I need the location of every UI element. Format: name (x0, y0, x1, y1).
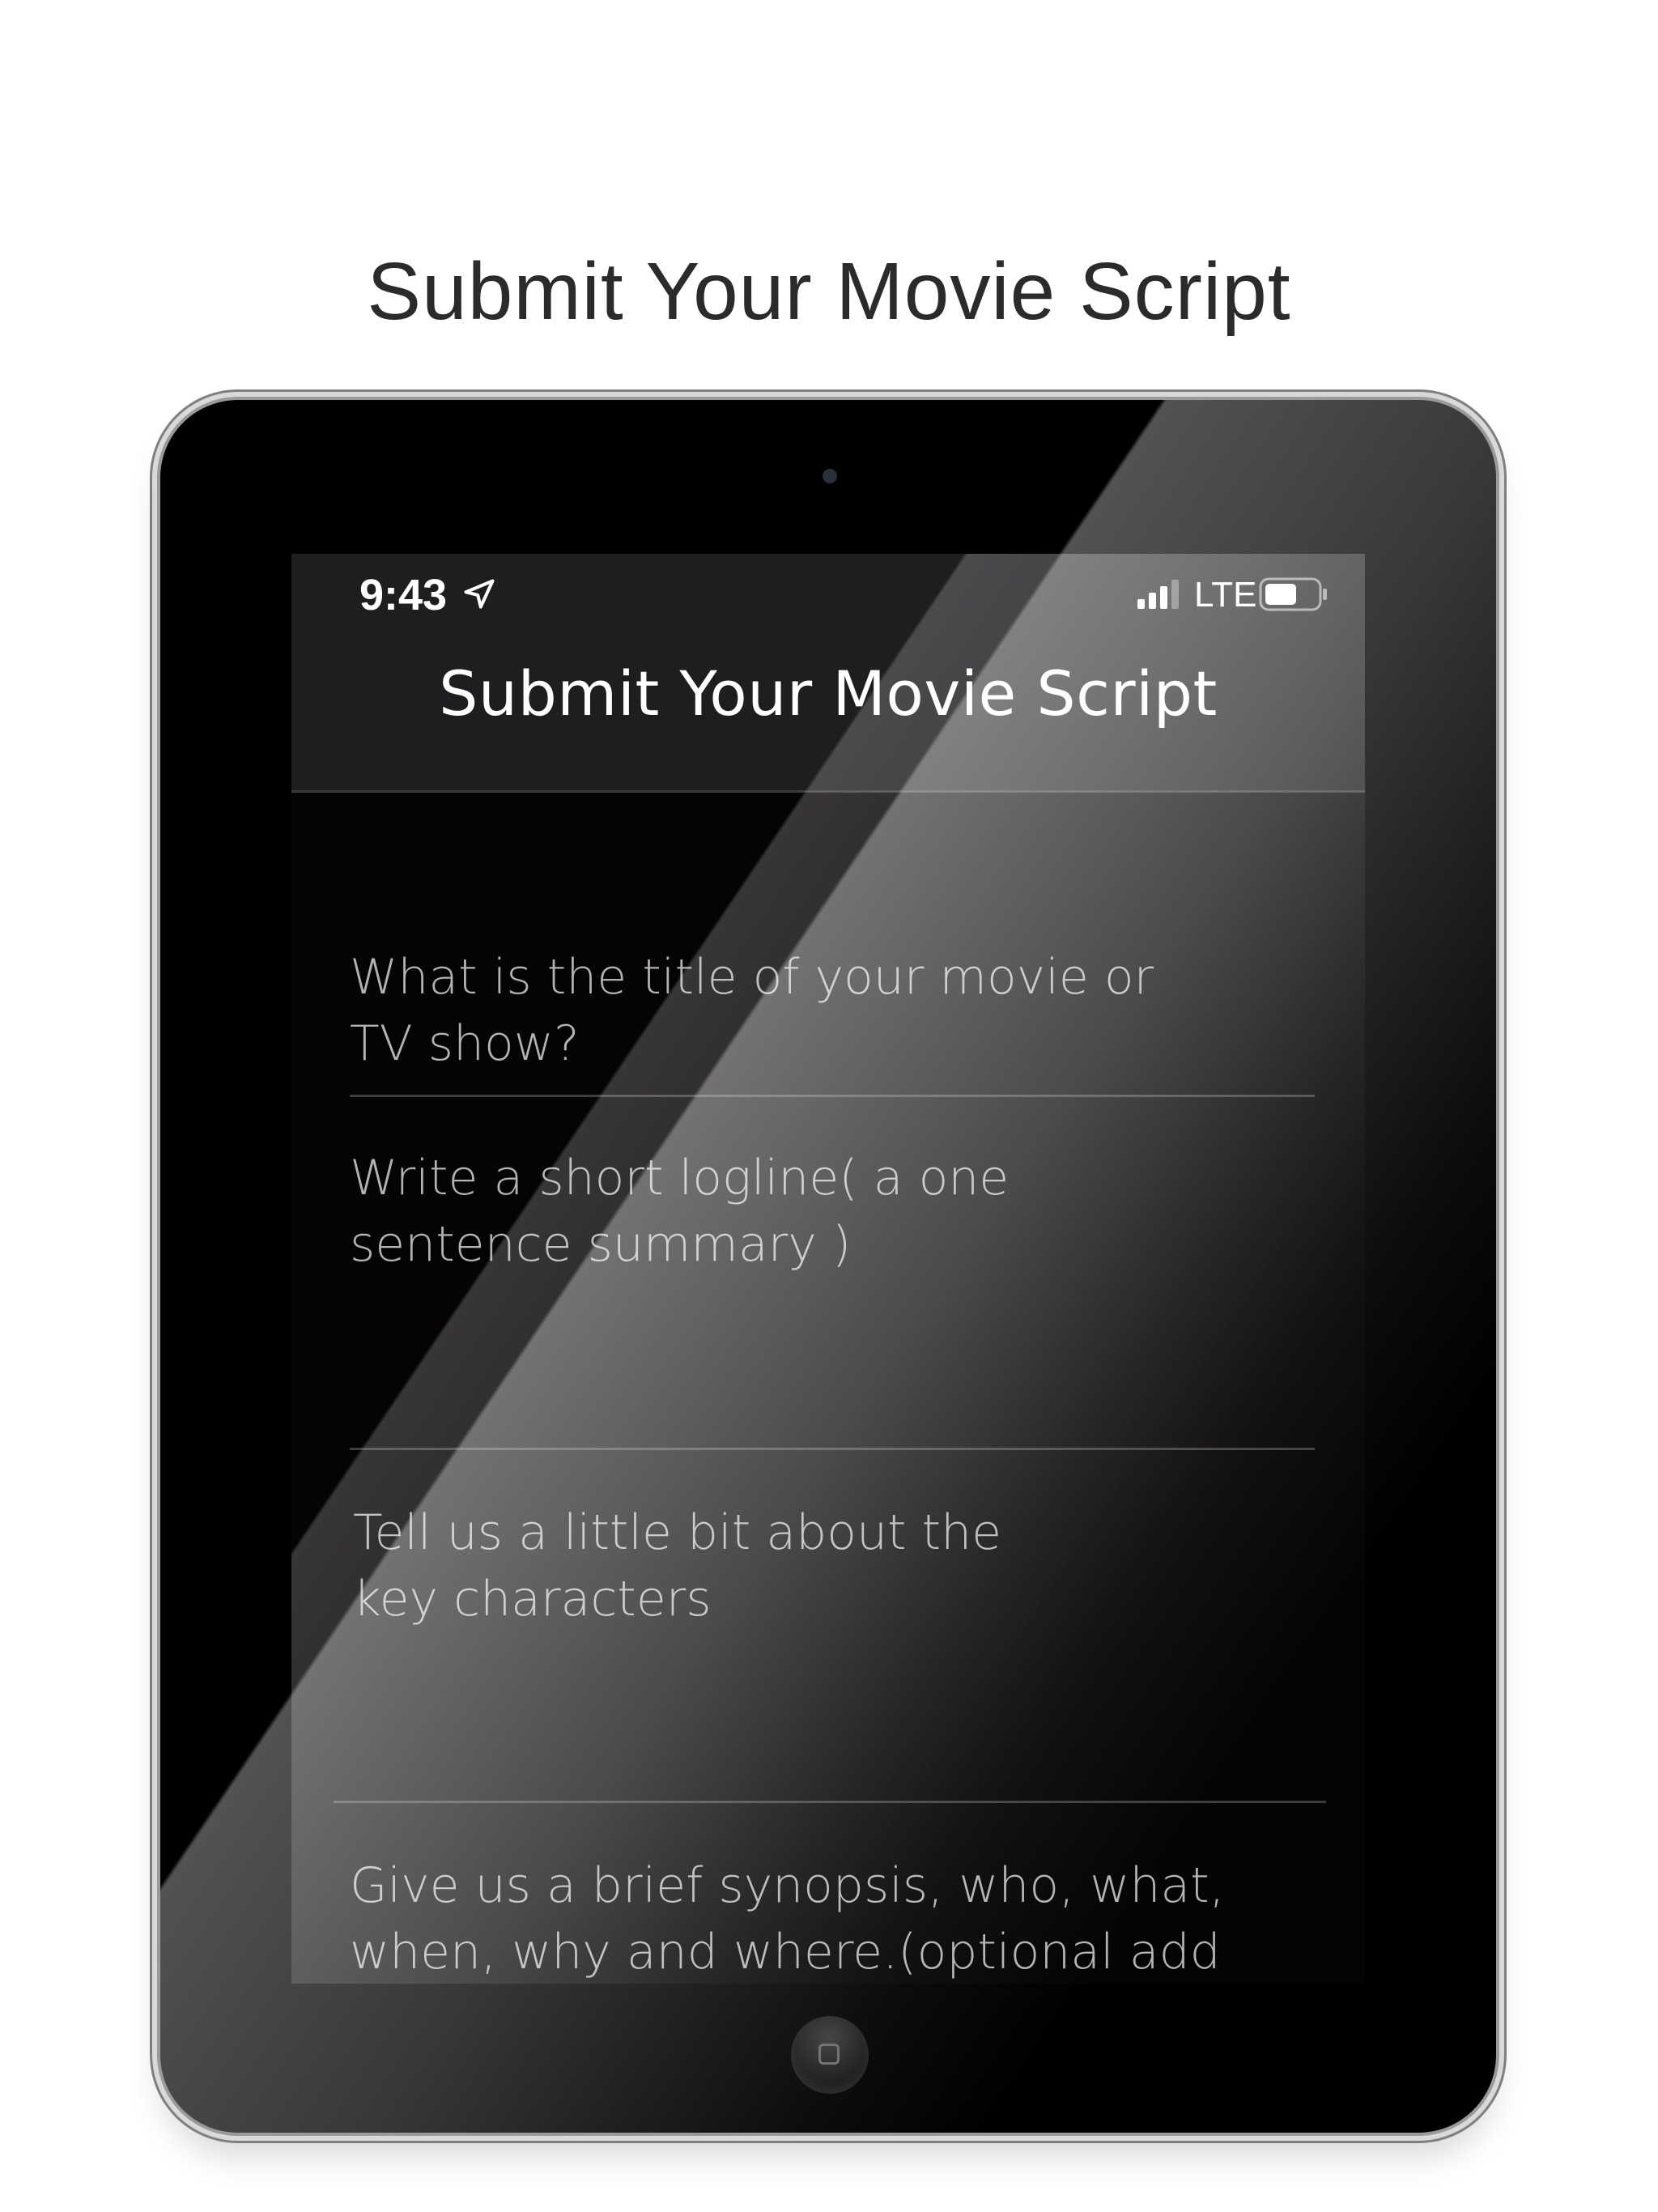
navigation-bar: 9:43 LTE Submit Your Movie Script (291, 554, 1365, 793)
field-divider (350, 1448, 1315, 1450)
status-time: 9:43 (359, 571, 448, 619)
key-characters-field[interactable]: Tell us a little bit about the key chara… (353, 1499, 1324, 1632)
signal-bars-icon (1137, 580, 1179, 609)
synopsis-field[interactable]: Give us a brief synopsis, who, what, whe… (350, 1853, 1354, 1984)
movie-title-field[interactable]: What is the title of your movie or TV sh… (350, 944, 1321, 1077)
app-screen: 9:43 LTE Submit Your Movie Script What i… (291, 554, 1365, 1984)
nav-title: Submit Your Movie Script (439, 657, 1218, 730)
location-arrow-icon (464, 579, 495, 609)
network-label: LTE (1194, 575, 1257, 615)
front-camera (823, 469, 837, 483)
tablet-device-frame: 9:43 LTE Submit Your Movie Script What i… (160, 400, 1496, 2133)
home-button[interactable] (791, 2016, 869, 2094)
field-divider (350, 1095, 1315, 1097)
promo-title: Submit Your Movie Script (367, 246, 1291, 337)
home-square-icon (818, 2044, 840, 2065)
field-divider (334, 1801, 1326, 1803)
logline-field[interactable]: Write a short logline( a one sentence su… (350, 1145, 1321, 1278)
battery-icon (1259, 577, 1327, 611)
